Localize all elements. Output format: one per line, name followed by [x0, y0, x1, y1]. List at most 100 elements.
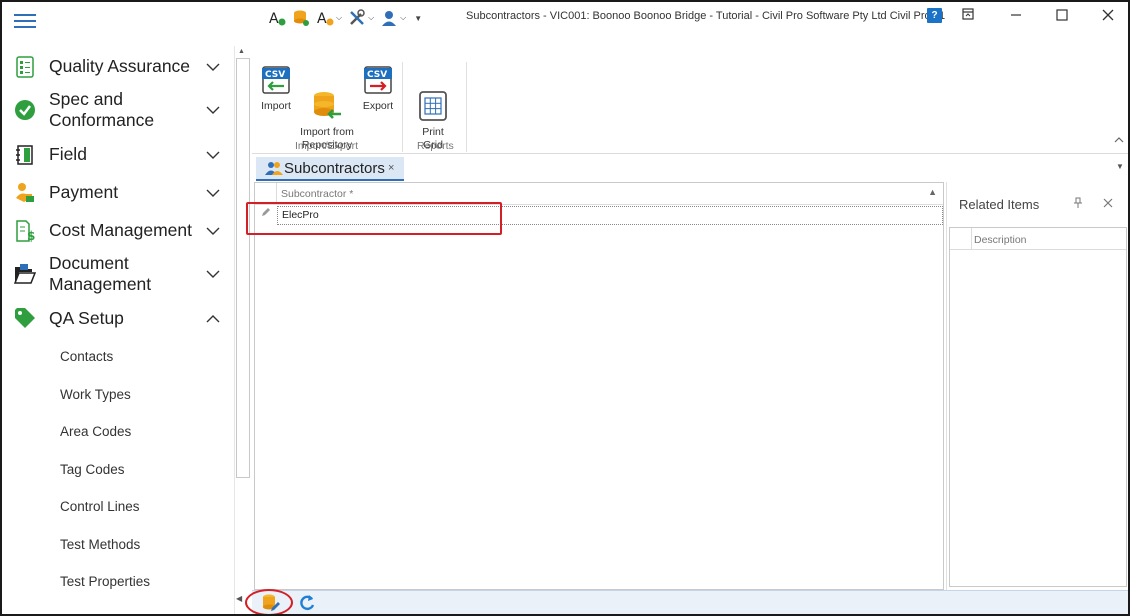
svg-text:CSV: CSV — [367, 70, 387, 80]
ribbon-collapse-icon[interactable] — [1114, 136, 1124, 147]
svg-text:$: $ — [27, 229, 35, 242]
chevron-down-icon — [206, 189, 220, 197]
scroll-up-icon[interactable]: ▲ — [238, 48, 245, 55]
chevron-down-icon — [206, 227, 220, 235]
import-from-repository-button[interactable]: Import from Repository — [298, 64, 356, 152]
related-grid-header: Description — [950, 228, 1126, 250]
sidebar-subitem-work-types[interactable]: Work Types — [60, 387, 131, 402]
people-icon — [265, 162, 283, 175]
print-grid-icon — [417, 77, 449, 121]
related-items-panel: Related Items Description — [946, 182, 1128, 590]
sidebar-item-label: Document Management — [49, 253, 152, 294]
sidebar-subitem-test-properties[interactable]: Test Properties — [60, 574, 150, 589]
sidebar-subitem-test-methods[interactable]: Test Methods — [60, 537, 140, 552]
sidebar: Quality Assurance Spec and Conformance F… — [2, 32, 234, 614]
refresh-icon[interactable] — [297, 593, 317, 613]
highlight-annotation-row — [246, 202, 502, 235]
ribbon-button-label: Export — [362, 100, 394, 112]
import-button[interactable]: CSV Import — [258, 64, 294, 113]
tab-close-icon[interactable]: × — [388, 162, 394, 174]
row-indicator-header — [950, 228, 972, 250]
lot-icon: A — [317, 11, 334, 27]
sidebar-item-label: Field — [49, 144, 87, 164]
print-grid-button[interactable]: Print Grid — [415, 64, 451, 152]
ribbon-button-label: Import — [261, 100, 291, 112]
check-circle-icon — [15, 100, 35, 120]
cost-document-icon: $ — [16, 220, 35, 242]
sidebar-subitem-area-codes[interactable]: Area Codes — [60, 424, 131, 439]
export-button[interactable]: CSV Export — [360, 64, 396, 113]
subcontractors-grid: Subcontractor * ▲ ElecPro — [254, 182, 944, 590]
sidebar-scrollbar[interactable]: ▲ — [234, 46, 251, 614]
related-items-title: Related Items — [959, 197, 1040, 212]
sidebar-item-spec-conformance[interactable]: Spec and Conformance — [2, 88, 234, 132]
qat-database-button[interactable] — [292, 8, 310, 28]
chevron-down-icon: ⌵ — [336, 13, 343, 22]
tag-icon — [15, 308, 35, 328]
sidebar-item-field[interactable]: Field — [2, 142, 234, 168]
sidebar-item-qa-setup[interactable]: QA Setup — [2, 306, 234, 332]
user-icon — [382, 11, 397, 26]
checklist-icon — [16, 56, 34, 78]
ribbon: CSV Import Import from Repository CSV Ex… — [252, 32, 1128, 154]
app-window: A A ⌵ ⌵ ⌵ ▼ Subcontractors - VIC001: Boo… — [0, 0, 1130, 616]
chevron-down-icon — [206, 151, 220, 159]
sidebar-subitem-control-lines[interactable]: Control Lines — [60, 499, 140, 514]
svg-text:A: A — [269, 11, 279, 27]
chevron-down-icon: ⌵ — [368, 13, 375, 22]
payment-hand-icon — [16, 183, 34, 202]
restore-layout-icon[interactable] — [954, 6, 982, 26]
database-icon — [294, 10, 309, 26]
close-icon[interactable] — [1103, 195, 1113, 211]
qat-lot-dropdown[interactable]: A ⌵ — [316, 8, 342, 28]
sidebar-item-quality-assurance[interactable]: Quality Assurance — [2, 54, 234, 80]
scrollbar-thumb[interactable] — [236, 58, 250, 478]
sort-ascending-icon: ▲ — [928, 187, 937, 197]
qat-customize-dropdown[interactable]: ▼ — [412, 8, 422, 28]
sidebar-item-payment[interactable]: Payment — [2, 180, 234, 206]
tabs-dropdown-icon[interactable]: ▼ — [1116, 162, 1124, 171]
sidebar-subitem-tag-codes[interactable]: Tag Codes — [60, 462, 125, 477]
hamburger-menu-icon[interactable] — [14, 14, 36, 28]
svg-text:A: A — [317, 11, 327, 27]
tab-subcontractors[interactable]: Subcontractors × — [256, 157, 404, 181]
quick-access-toolbar: A A ⌵ ⌵ ⌵ ▼ — [268, 7, 422, 29]
caret-down-icon: ▼ — [414, 13, 423, 23]
related-items-grid: Description — [949, 227, 1127, 587]
sidebar-item-document-management[interactable]: Document Management — [2, 252, 234, 296]
chevron-down-icon — [206, 63, 220, 71]
sidebar-item-cost-management[interactable]: $ Cost Management — [2, 218, 234, 244]
sidebar-subitem-contacts[interactable]: Contacts — [60, 349, 113, 364]
scroll-left-icon[interactable]: ◀ — [236, 594, 242, 603]
qat-tools-dropdown[interactable]: ⌵ — [348, 8, 374, 28]
chevron-down-icon — [206, 270, 220, 278]
qat-user-dropdown[interactable]: ⌵ — [380, 8, 406, 28]
tools-icon — [350, 9, 365, 25]
qat-lot-button[interactable]: A — [268, 8, 286, 28]
maximize-icon[interactable] — [1048, 6, 1076, 26]
chevron-down-icon — [206, 106, 220, 114]
help-icon[interactable]: ? — [927, 8, 942, 23]
ribbon-group-import-export: Import/Export — [295, 140, 359, 152]
ribbon-group-separator — [402, 62, 403, 152]
lot-check-icon: A — [269, 11, 286, 27]
open-folder-icon — [14, 264, 36, 284]
pin-icon[interactable] — [1073, 197, 1083, 212]
repository-import-icon — [311, 77, 343, 119]
ribbon-group-separator — [466, 62, 467, 152]
csv-export-icon: CSV — [362, 64, 394, 96]
sidebar-item-label: Quality Assurance — [49, 56, 191, 76]
sidebar-item-label: QA Setup — [49, 308, 124, 328]
minimize-icon[interactable] — [1002, 6, 1030, 26]
column-header-description[interactable]: Description — [974, 234, 1027, 246]
highlight-annotation-status — [245, 589, 293, 614]
field-book-icon — [16, 145, 33, 165]
svg-text:CSV: CSV — [265, 70, 285, 80]
chevron-down-icon: ⌵ — [400, 13, 407, 22]
column-header-subcontractor[interactable]: Subcontractor * — [281, 188, 353, 200]
tab-label: Subcontractors — [284, 160, 385, 177]
sidebar-item-label: Cost Management — [49, 220, 192, 240]
status-bar — [252, 590, 1128, 614]
close-icon[interactable] — [1094, 6, 1122, 26]
csv-import-icon: CSV — [260, 64, 292, 96]
